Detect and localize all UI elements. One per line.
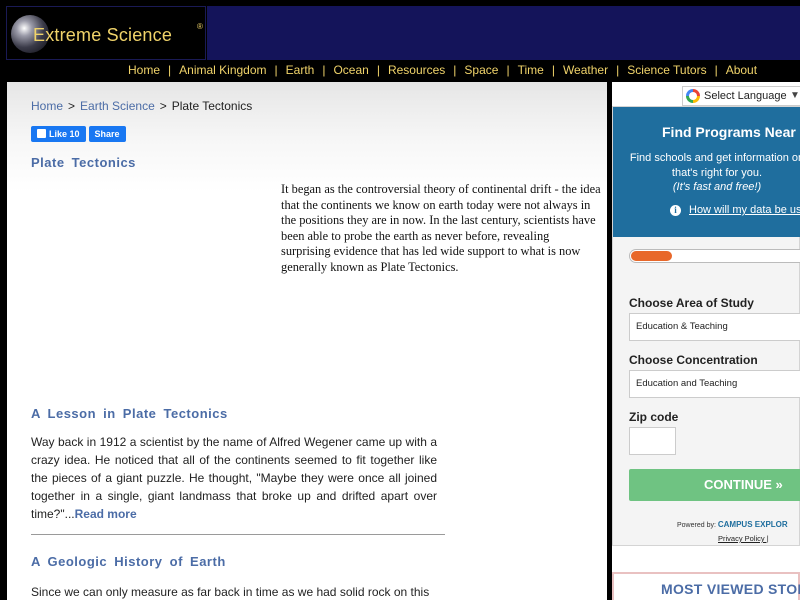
progress-fill (631, 251, 672, 261)
social-buttons: Like 10 Share (31, 126, 129, 142)
promo-description-line2: that's right for you. (671, 167, 763, 179)
logo-text: Extreme Science (33, 25, 173, 45)
header-banner (207, 6, 800, 60)
breadcrumb-earth-science[interactable]: Earth Science (80, 99, 155, 113)
geologic-history-title[interactable]: A Geologic History of Earth (31, 554, 226, 569)
language-select[interactable]: Select Language ▼ (682, 86, 800, 106)
section-divider (31, 534, 445, 535)
powered-by: Powered by: CAMPUS EXPLOR (677, 520, 788, 529)
geologic-history-paragraph: Since we can only measure as far back in… (31, 585, 430, 599)
nav-separator: | (616, 63, 620, 77)
nav-separator: | (376, 63, 380, 77)
nav-space[interactable]: Space (464, 63, 498, 77)
google-icon (686, 89, 700, 103)
campus-explorer-logo[interactable]: CAMPUS EXPLOR (718, 520, 788, 529)
most-viewed-box: MOST VIEWED STOR (612, 572, 800, 600)
continue-label: CONTINUE (704, 477, 772, 492)
powered-by-label: Powered by: (677, 522, 716, 529)
read-more-link[interactable]: Read more (75, 507, 137, 521)
breadcrumb-current: Plate Tectonics (171, 99, 253, 113)
nav-weather[interactable]: Weather (563, 63, 608, 77)
zip-code-input[interactable] (629, 427, 676, 455)
nav-separator: | (714, 63, 718, 77)
double-chevron-right-icon: » (775, 477, 783, 492)
nav-science-tutors[interactable]: Science Tutors (627, 63, 706, 77)
lesson-section-title[interactable]: A Lesson in Plate Tectonics (31, 406, 228, 421)
nav-earth[interactable]: Earth (286, 63, 315, 77)
zip-code-label: Zip code (629, 410, 679, 424)
area-of-study-select[interactable]: Education & Teaching (629, 313, 800, 341)
facebook-share-button[interactable]: Share (88, 126, 126, 142)
breadcrumb-separator: > (159, 99, 167, 113)
thumbs-up-icon (37, 129, 46, 138)
nav-separator: | (506, 63, 510, 77)
like-label: Like (49, 129, 68, 139)
promo-note: (It's fast and free!) (672, 181, 762, 193)
language-label: Select Language (704, 90, 787, 102)
data-usage-link[interactable]: How will my data be us (689, 204, 800, 216)
main-nav: Home | Animal Kingdom | Earth | Ocean | Resource… (0, 62, 800, 80)
breadcrumb: Home > Earth Science > Plate Tectonics (31, 99, 252, 113)
page-title: Plate Tectonics (31, 155, 136, 170)
breadcrumb-separator: > (68, 99, 76, 113)
right-sidebar: Select Language ▼ Find Programs Near Fin… (612, 82, 800, 600)
nav-animal-kingdom[interactable]: Animal Kingdom (179, 63, 266, 77)
continue-button[interactable]: CONTINUE » (629, 469, 800, 501)
progress-bar (629, 249, 800, 263)
nav-time[interactable]: Time (518, 63, 544, 77)
concentration-label: Choose Concentration (629, 353, 758, 367)
area-of-study-label: Choose Area of Study (629, 296, 754, 310)
nav-resources[interactable]: Resources (388, 63, 445, 77)
nav-home[interactable]: Home (128, 63, 160, 77)
promo-description-line1: Find schools and get information on (629, 152, 800, 164)
intro-paragraph: It began as the controversial theory of … (281, 182, 601, 274)
breadcrumb-home[interactable]: Home (31, 99, 63, 113)
nav-separator: | (551, 63, 555, 77)
chevron-down-icon: ▼ (790, 90, 800, 101)
most-viewed-title: MOST VIEWED STOR (661, 581, 800, 597)
info-icon: i (670, 205, 681, 216)
nav-separator: | (274, 63, 278, 77)
site-header: Extreme Science ® (0, 0, 800, 62)
nav-about[interactable]: About (726, 63, 757, 77)
nav-separator: | (453, 63, 457, 77)
facebook-like-button[interactable]: Like 10 (31, 126, 86, 142)
promo-header: Find Programs Near Find schools and get … (613, 107, 800, 237)
registered-mark: ® (197, 22, 203, 31)
nav-separator: | (168, 63, 172, 77)
nav-ocean[interactable]: Ocean (333, 63, 368, 77)
promo-title: Find Programs Near (662, 124, 796, 140)
site-logo[interactable]: Extreme Science ® (6, 6, 206, 60)
lesson-paragraph: Way back in 1912 a scientist by the name… (31, 433, 437, 523)
main-content: Home > Earth Science > Plate Tectonics Like … (7, 82, 607, 600)
like-count: 10 (69, 129, 80, 139)
privacy-policy-link[interactable]: Privacy Policy | (718, 534, 769, 543)
nav-separator: | (322, 63, 326, 77)
concentration-select[interactable]: Education and Teaching (629, 370, 800, 398)
program-finder-widget: Find Programs Near Find schools and get … (612, 106, 800, 546)
